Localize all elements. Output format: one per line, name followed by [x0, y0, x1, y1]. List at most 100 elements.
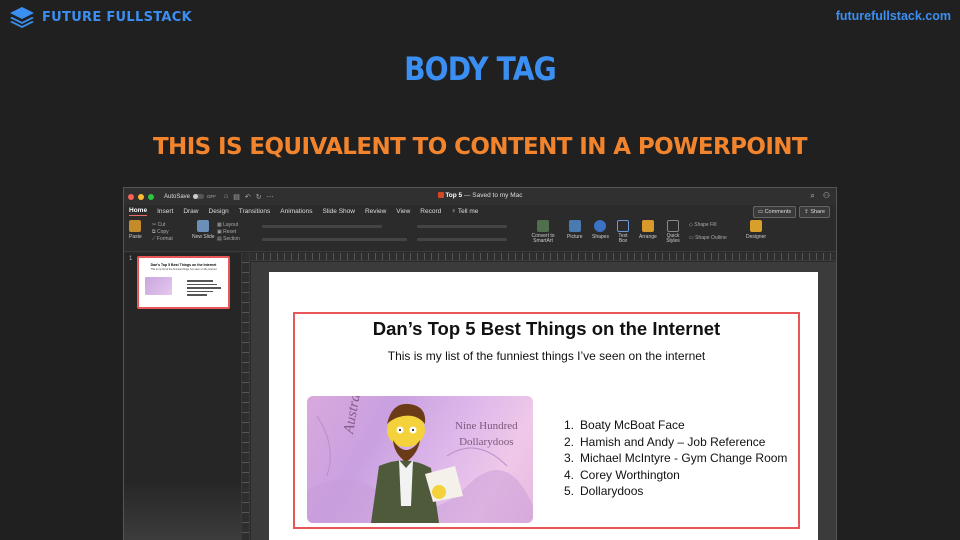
menubar-right: ▭ Comments ⇪ Share [752, 206, 830, 218]
tell-me-label: Tell me [457, 208, 479, 215]
content-placeholder[interactable]: Dan’s Top 5 Best Things on the Internet … [293, 312, 800, 529]
thumbnail-list [187, 280, 221, 298]
convert-smartart-button[interactable]: Convert to SmartArt [529, 220, 557, 244]
list-text: Dollarydoos [580, 484, 644, 498]
pane-background [124, 480, 241, 540]
picture-icon [568, 220, 581, 232]
tab-insert[interactable]: Insert [157, 208, 173, 215]
shapes-label: Shapes [592, 234, 609, 240]
picture-button[interactable]: Picture [567, 220, 583, 240]
tab-transitions[interactable]: Transitions [239, 208, 271, 215]
share-button[interactable]: ⇪ Share [799, 206, 830, 218]
font-format-buttons[interactable] [262, 238, 407, 241]
tab-home[interactable]: Home [129, 207, 148, 216]
picture-label: Picture [567, 234, 583, 240]
site-url[interactable]: futurefullstack.com [836, 9, 951, 23]
list-number: 2. [564, 434, 575, 449]
reset-label: Reset [223, 229, 237, 235]
list-item: 3. Michael McIntyre - Gym Change Room [564, 450, 787, 467]
smartart-icon [537, 220, 549, 232]
shape-format-group: ◇ Shape Fill ▭ Shape Outline [689, 222, 727, 242]
designer-icon [750, 220, 762, 232]
numbered-list[interactable]: 1. Boaty McBoat Face 2. Hamish and Andy – … [564, 417, 787, 500]
new-slide-button[interactable]: New Slide [192, 220, 215, 240]
horizontal-ruler [250, 253, 836, 261]
list-number: 3. [564, 451, 575, 465]
slide-subtitle[interactable]: This is my list of the funniest things I… [295, 349, 798, 363]
cut-button[interactable]: ✂ Cut [152, 222, 173, 229]
tab-record[interactable]: Record [420, 208, 441, 215]
font-selector[interactable] [262, 225, 382, 228]
doc-status: — Saved to my Mac [462, 192, 523, 199]
arrange-icon [641, 220, 654, 232]
text-box-label: Text Box [618, 233, 628, 244]
slide-title[interactable]: Dan’s Top 5 Best Things on the Internet [295, 318, 798, 340]
slide-number: 1 [129, 256, 133, 262]
layout-label: Layout [223, 222, 239, 228]
slide[interactable]: Dan’s Top 5 Best Things on the Internet … [269, 272, 818, 540]
copy-button[interactable]: ⧉ Copy [152, 229, 173, 236]
document-title: Top 5 — Saved to my Mac [124, 192, 836, 199]
comments-button[interactable]: ▭ Comments [752, 206, 797, 218]
list-text: Michael McIntyre - Gym Change Room [580, 451, 788, 465]
arrange-button[interactable]: Arrange [639, 220, 657, 240]
list-text: Corey Worthington [580, 467, 680, 482]
shape-fill-label: Shape Fill [694, 222, 717, 228]
list-text: Hamish and Andy – Job Reference [580, 434, 766, 449]
comments-label: Comments [764, 209, 792, 215]
note-denomination: Nine Hundred Dollarydoos [455, 418, 518, 450]
powerpoint-window: AutoSave OFF ⌂ ▤ ↶ ↻ ⋯ Top 5 — Saved to … [123, 187, 837, 540]
arrange-label: Arrange [639, 234, 657, 240]
clipboard-group: ✂ Cut ⧉ Copy ⟋ Format [152, 222, 173, 243]
brand[interactable]: FUTURE FULLSTACK [8, 5, 192, 29]
layout-button[interactable]: ▦ Layout [217, 222, 240, 229]
designer-button[interactable]: Designer [746, 220, 766, 240]
format-label: Format [156, 236, 173, 242]
list-number: 5. [564, 484, 575, 498]
doc-name: Top 5 [445, 192, 463, 199]
copy-label: Copy [156, 229, 169, 235]
tab-design[interactable]: Design [209, 208, 229, 215]
list-item: 2. Hamish and Andy – Job Reference [564, 434, 787, 451]
shape-fill-button[interactable]: ◇ Shape Fill [689, 222, 727, 229]
title-bar: AutoSave OFF ⌂ ▤ ↶ ↻ ⋯ Top 5 — Saved to … [124, 188, 836, 205]
tab-review[interactable]: Review [365, 208, 386, 215]
text-box-button[interactable]: Text Box [616, 220, 630, 244]
note-text-line-1: Nine Hundred [455, 420, 518, 432]
ppt-file-icon [437, 192, 444, 198]
lightbulb-icon: ♀ [451, 208, 457, 215]
shapes-button[interactable]: Shapes [592, 220, 609, 240]
reset-button[interactable]: ▣ Reset [217, 229, 240, 236]
paste-button[interactable]: Paste [129, 220, 142, 240]
quick-styles-label: Quick Styles [666, 233, 680, 244]
tab-draw[interactable]: Draw [183, 208, 198, 215]
ribbon: Paste ✂ Cut ⧉ Copy ⟋ Format New Slide ▦ … [124, 218, 836, 252]
paragraph-buttons[interactable] [417, 225, 507, 228]
convert-label: Convert to SmartArt [531, 233, 555, 244]
clipboard-icon [129, 220, 142, 232]
layers-logo-icon [10, 7, 34, 28]
alignment-buttons[interactable] [417, 238, 507, 241]
page-subtitle: THIS IS EQUIVALENT TO CONTENT IN A POWER… [152, 134, 808, 160]
dollarydoos-image[interactable]: Nine Hundred Dollarydoos Australia [307, 396, 533, 523]
format-button[interactable]: ⟋ Format [152, 236, 173, 243]
tab-view[interactable]: View [396, 208, 410, 215]
quick-styles-button[interactable]: Quick Styles [664, 220, 682, 244]
slide-thumbnail-pane: 1 Dan’s Top 5 Best Things on the Interne… [124, 253, 242, 540]
search-icon[interactable]: ⌕ [810, 191, 814, 201]
paste-label: Paste [129, 234, 142, 240]
tab-slide-show[interactable]: Slide Show [322, 208, 355, 215]
list-text: Boaty McBoat Face [580, 418, 685, 432]
designer-label: Designer [746, 234, 767, 240]
section-button[interactable]: ▤ Section [217, 236, 240, 243]
list-item: 1. Boaty McBoat Face [564, 417, 787, 434]
tab-animations[interactable]: Animations [280, 208, 312, 215]
thumbnail-image [145, 277, 172, 295]
slide-thumbnail[interactable]: Dan’s Top 5 Best Things on the Internet … [137, 256, 230, 309]
tell-me[interactable]: ♀ Tell me [451, 208, 478, 215]
thumbnail-subtitle: This is my list of the funniest things I… [150, 268, 217, 271]
account-icon[interactable]: ⚇ [823, 191, 830, 201]
share-label: Share [810, 209, 825, 215]
shape-outline-button[interactable]: ▭ Shape Outline [689, 235, 727, 242]
list-number: 1. [564, 418, 575, 432]
